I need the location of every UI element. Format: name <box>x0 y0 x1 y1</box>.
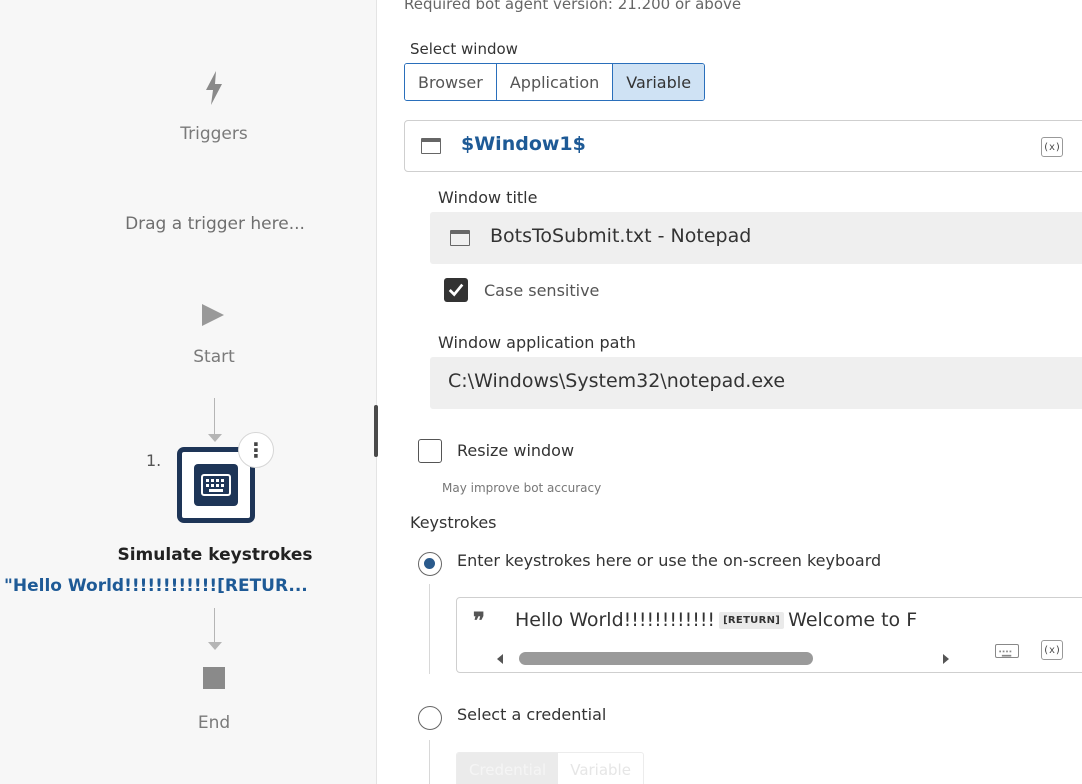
option-indent <box>429 740 430 784</box>
step-number: 1. <box>146 451 162 470</box>
keystrokes-input[interactable]: ❞ Hello World!!!!!!!!!!!! [RETURN] Welcome… <box>456 597 1082 673</box>
flow-connector <box>214 398 215 434</box>
credential-type-selector: Credential Variable <box>456 752 644 784</box>
window-icon <box>450 230 470 246</box>
required-version-note: Required bot agent version: 21.200 or ab… <box>404 0 742 13</box>
start-label: Start <box>193 347 235 367</box>
scroll-right-icon[interactable] <box>943 654 949 664</box>
trigger-drop-zone[interactable]: Drag a trigger here... <box>90 214 340 234</box>
case-sensitive-label: Case sensitive <box>484 281 600 300</box>
tab-application[interactable]: Application <box>496 64 614 100</box>
app-path-value: C:\Windows\System32\notepad.exe <box>448 370 786 392</box>
select-window-label: Select window <box>410 40 518 58</box>
flow-arrow-icon <box>208 642 222 650</box>
triggers-label: Triggers <box>180 124 248 144</box>
quote-icon: ❞ <box>473 608 485 634</box>
window-variable-input[interactable]: $Window1$ (x) <box>404 120 1082 172</box>
select-credential-radio[interactable] <box>418 706 442 730</box>
option-indent <box>429 584 430 674</box>
enter-keystrokes-label: Enter keystrokes here or use the on-scre… <box>457 551 882 570</box>
resize-hint: May improve bot accuracy <box>442 481 602 495</box>
flow-panel: Triggers Drag a trigger here... Start 1.… <box>0 0 377 784</box>
window-type-selector: Browser Application Variable <box>404 63 706 101</box>
flow-connector <box>214 608 215 642</box>
select-credential-label: Select a credential <box>457 705 607 724</box>
enter-keystrokes-radio[interactable] <box>418 552 442 576</box>
properties-panel: Required bot agent version: 21.200 or ab… <box>378 0 1082 784</box>
step-preview: "Hello World!!!!!!!!!!!![RETUR... <box>4 576 308 596</box>
keyboard-icon <box>194 464 238 506</box>
step-title: Simulate keystrokes <box>117 545 313 565</box>
window-title-field: BotsToSubmit.txt - Notepad <box>430 212 1082 264</box>
end-label: End <box>197 713 231 733</box>
start-play-icon <box>200 302 226 328</box>
tab-variable[interactable]: Variable <box>613 64 705 100</box>
keystrokes-value: Hello World!!!!!!!!!!!! [RETURN] Welcome t… <box>515 609 918 631</box>
resize-window-checkbox[interactable] <box>418 439 442 463</box>
window-variable-value: $Window1$ <box>461 133 586 155</box>
insert-variable-button[interactable]: (x) <box>1041 640 1063 660</box>
return-key-tag: [RETURN] <box>719 612 785 629</box>
onscreen-keyboard-icon[interactable] <box>995 644 1019 658</box>
app-path-field: C:\Windows\System32\notepad.exe <box>430 357 1082 409</box>
scrollbar-thumb[interactable] <box>519 652 813 665</box>
tab-browser[interactable]: Browser <box>405 64 497 100</box>
tab-credential: Credential <box>457 753 559 784</box>
app-path-label: Window application path <box>438 333 636 352</box>
horizontal-scrollbar[interactable] <box>497 652 949 666</box>
scroll-left-icon[interactable] <box>497 654 503 664</box>
window-title-value: BotsToSubmit.txt - Notepad <box>490 225 752 247</box>
trigger-bolt-icon <box>190 70 238 110</box>
end-stop-icon <box>203 667 225 689</box>
keystrokes-label: Keystrokes <box>410 513 497 532</box>
case-sensitive-checkbox[interactable] <box>444 278 468 302</box>
window-icon <box>421 138 441 154</box>
flow-arrow-icon <box>208 434 222 442</box>
tab-credential-variable: Variable <box>570 761 631 779</box>
resize-window-label: Resize window <box>457 441 575 460</box>
window-title-label: Window title <box>438 188 538 207</box>
node-more-icon[interactable]: ⋮ <box>238 432 274 468</box>
insert-variable-button[interactable]: (x) <box>1041 137 1063 157</box>
